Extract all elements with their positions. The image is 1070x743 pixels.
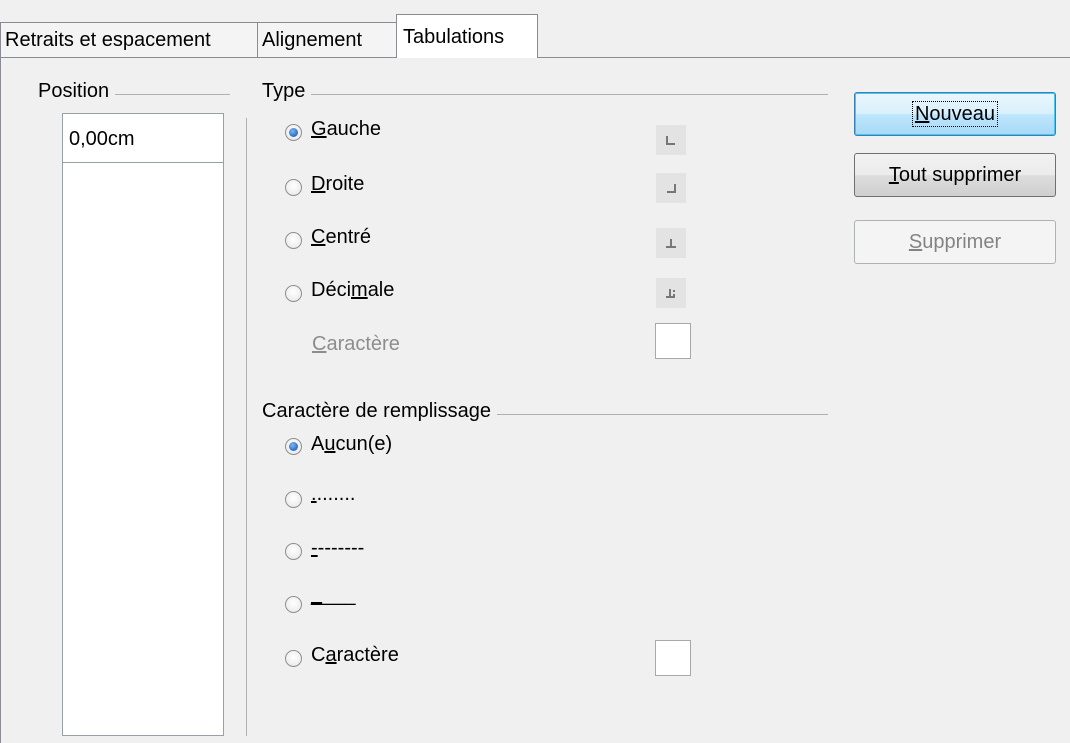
center-label: Centré	[311, 226, 372, 248]
fill-group-title: Caractère de remplissage	[262, 400, 497, 423]
decimal-radio[interactable]	[285, 285, 302, 302]
decimal-tab-icon	[656, 278, 686, 308]
decimal-label: Décimale	[311, 279, 395, 301]
type-group-title: Type	[262, 80, 312, 103]
fill-dots-label: ........	[311, 483, 356, 505]
left-label: Gauche	[311, 118, 382, 140]
left-radio[interactable]	[285, 124, 302, 141]
tab-tabs[interactable]: Tabulations	[396, 14, 538, 58]
position-group-title: Position	[38, 80, 116, 103]
delete-all-button[interactable]: Tout supprimer	[854, 153, 1056, 197]
fill-dashes-label: --------	[311, 537, 365, 559]
fill-none-radio[interactable]	[285, 438, 302, 455]
tab-label: Alignement	[262, 29, 363, 51]
center-tab-icon	[656, 228, 686, 258]
right-label: Droite	[311, 173, 365, 195]
fill-underline-radio[interactable]	[285, 596, 302, 613]
fill-none-label: Aucun(e)	[311, 433, 393, 455]
type-character-label: Caractère	[312, 333, 400, 355]
left-tab-icon	[656, 125, 686, 155]
fill-dots-radio[interactable]	[285, 491, 302, 508]
tab-alignment[interactable]: Alignement	[257, 22, 397, 57]
fill-character-radio[interactable]	[285, 650, 302, 667]
type-group-line	[262, 94, 828, 95]
group-separator	[246, 118, 247, 736]
center-radio[interactable]	[285, 232, 302, 249]
panel-border	[0, 57, 1, 743]
new-button[interactable]: Nouveau	[854, 92, 1056, 136]
tab-indents-spacing[interactable]: Retraits et espacement	[0, 22, 258, 57]
delete-button-label: Supprimer	[908, 231, 1002, 253]
delete-all-button-label: Tout supprimer	[888, 164, 1022, 186]
new-button-label: Nouveau	[911, 101, 999, 127]
right-radio[interactable]	[285, 179, 302, 196]
fill-underline-label: ____	[311, 584, 356, 606]
position-input[interactable]: 0,00cm	[62, 113, 224, 163]
delete-button[interactable]: Supprimer	[854, 220, 1056, 264]
fill-character-label: Caractère	[311, 644, 399, 666]
type-character-input[interactable]	[655, 323, 691, 359]
tab-label: Tabulations	[403, 26, 505, 48]
position-list[interactable]	[62, 162, 224, 736]
tab-label: Retraits et espacement	[5, 29, 211, 51]
right-tab-icon	[656, 173, 686, 203]
fill-dashes-radio[interactable]	[285, 543, 302, 560]
fill-character-input[interactable]	[655, 640, 691, 676]
